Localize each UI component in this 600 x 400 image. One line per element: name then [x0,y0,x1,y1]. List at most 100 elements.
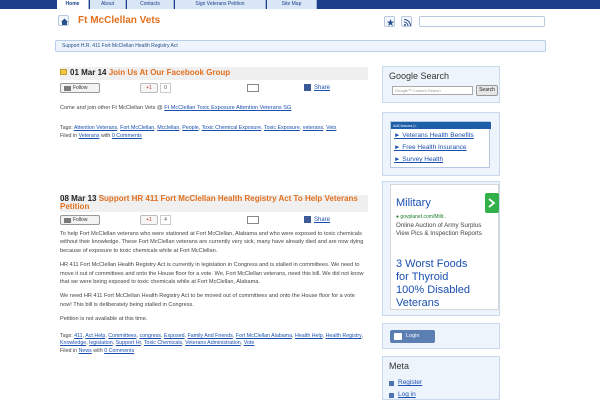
filed-with: with [91,347,105,354]
breadcrumb[interactable]: Support H.R. 411 Fort McClellan Health R… [55,40,546,52]
follow-button[interactable]: Follow [60,215,100,225]
ad-description: Online Auction of Army Surplus View Pics… [396,222,482,237]
ad-headline[interactable]: Veterans [396,297,439,309]
tag-link[interactable]: Toxic Exposure [264,125,300,131]
post-title[interactable]: Join Us At Our Facebook Group [109,68,231,77]
google-plus-button[interactable]: +1 [140,83,158,93]
facebook-icon[interactable] [304,84,311,91]
post-paragraph: HR 411 Fort McClellan Health Registry Ac… [60,262,364,286]
display-ad[interactable]: Military ● govplanet.com/Milit.. Online … [390,184,499,310]
google-plus-button[interactable]: +1 [140,215,158,225]
ad-title[interactable]: Military [396,197,431,209]
category-link[interactable]: Veterans [79,133,100,139]
post-paragraph: To help Fort McClellan veterans who were… [60,231,364,254]
comments-link[interactable]: 0 Comments [104,348,134,354]
ad-arrow-button[interactable] [485,193,499,213]
tag-link[interactable]: Health Registry [326,333,362,339]
follow-icon [64,218,71,223]
tag-link[interactable]: People [182,125,199,131]
home-button[interactable] [58,15,69,26]
facebook-share-link[interactable]: Share [314,83,330,93]
tab-contacts[interactable]: Contacts [127,0,174,9]
tag-link[interactable]: Health Help [295,333,323,339]
site-title[interactable]: Ft McClellan Vets [78,15,160,26]
share-row: Follow +1 0 Share [60,83,368,95]
widget-title: Meta [389,361,410,371]
follow-label: Follow [73,217,88,223]
comments-link[interactable]: 0 Comments [112,133,142,139]
follow-button[interactable]: Follow [60,83,100,93]
tag-link[interactable]: Fort McClellan [120,125,154,131]
tag-link[interactable]: Family And Friends [187,333,232,339]
star-icon [386,19,395,26]
rss-icon [403,19,411,27]
post-paragraph: We need HR 411 Fort McClellan Health Reg… [60,293,355,308]
bullet-icon [389,381,394,386]
post-text: Come and join other Ft McClellan Vets @ [60,105,165,111]
ad-link[interactable]: ► Veterans Health Benefits [394,132,474,139]
site-header: Ft McClellan Vets [55,9,545,35]
tab-about[interactable]: About [90,0,126,9]
ad-link[interactable]: ► Survey Health [394,156,443,163]
home-icon [61,18,68,25]
facebook-icon[interactable] [304,216,311,223]
tag-link[interactable]: Committees [108,333,136,339]
tab-sign-petition[interactable]: Sign Veterans Petition [175,0,266,9]
group-link[interactable]: Ft McClellan Toxic Exposure Attention Ve… [164,105,291,111]
meta-widget: Meta Register Log in [382,356,500,400]
tag-link[interactable]: veterans [303,125,323,131]
ad-url[interactable]: ● govplanet.com/Milit.. [396,214,446,220]
tag-link[interactable]: legislation [89,340,113,346]
tag-link[interactable]: Veterans Administration [185,340,241,346]
google-search-input[interactable]: Google™ Custom Search [392,86,473,95]
tag-link[interactable]: 411 [74,333,82,339]
tag-link[interactable]: Knowledge [60,340,86,346]
tag-link[interactable]: Toxic Chemicals [144,340,182,346]
post-header: 01 Mar 14 Join Us At Our Facebook Group [60,67,368,80]
tags-label: Tags: [60,332,75,339]
widget-title: Google Search [389,71,450,81]
login-button[interactable]: Login [390,330,435,343]
google-search-widget: Google Search Google™ Custom Search Sear… [382,66,500,103]
facebook-share-link[interactable]: Share [314,215,330,225]
post-2: 08 Mar 13 Support HR 411 Fort McClellan … [60,195,368,355]
favorite-button[interactable] [384,16,395,27]
adchoices-label[interactable]: AdChoices ▷ [391,122,491,129]
rss-button[interactable] [401,16,412,27]
post-date: 01 Mar 14 [70,68,107,77]
tag-link[interactable]: Vets [326,125,336,131]
ad-link[interactable]: ► Free Health Insurance [394,144,467,151]
tag-link[interactable]: Vote [244,340,255,346]
tag-link[interactable]: Mcclellan [157,125,179,131]
email-icon[interactable] [247,84,259,92]
post-header: 08 Mar 13 Support HR 411 Fort McClellan … [60,195,368,212]
ad-headline[interactable]: 100% Disabled [396,284,470,296]
post-body: Come and join other Ft McClellan Vets @ … [60,104,368,112]
tag-link[interactable]: Fort McClellan Alabama [236,333,292,339]
tag-link[interactable]: congress [139,333,161,339]
email-icon[interactable] [247,216,259,224]
google-search-button[interactable]: Search [476,85,498,96]
chevron-right-icon [488,198,496,208]
tag-link[interactable]: Attention Veterans [74,125,117,131]
tag-link[interactable]: Support Hr [116,340,141,346]
meta-register-link[interactable]: Register [389,379,422,386]
tab-home[interactable]: Home [57,0,89,9]
filed-label: Filed in [60,132,79,139]
post-paragraph: Petition is not available at this time. [60,316,148,323]
tag-link[interactable]: Act Help [85,333,105,339]
category-link[interactable]: News [79,348,92,354]
post-title[interactable]: Support HR 411 Fort McClellan Health Reg… [60,194,358,211]
filed-label: Filed in [60,347,79,354]
header-search-input[interactable] [419,16,545,27]
tag-link[interactable]: Exposed [164,333,185,339]
ad-headline[interactable]: 3 Worst Foods [396,258,467,270]
meta-login-link[interactable]: Log in [389,391,416,398]
gplus-label: +1 [146,85,152,91]
tag-link[interactable]: Toxic Chemical Exposure [202,125,261,131]
post-1: 01 Mar 14 Join Us At Our Facebook Group … [60,67,368,140]
tab-site-map[interactable]: Site Map [267,0,317,9]
ad-links: AdChoices ▷ ► Veterans Health Benefits ►… [390,121,491,168]
top-nav: Home About Contacts Sign Veterans Petiti… [0,0,600,9]
ad-headline[interactable]: for Thyroid [396,271,448,283]
